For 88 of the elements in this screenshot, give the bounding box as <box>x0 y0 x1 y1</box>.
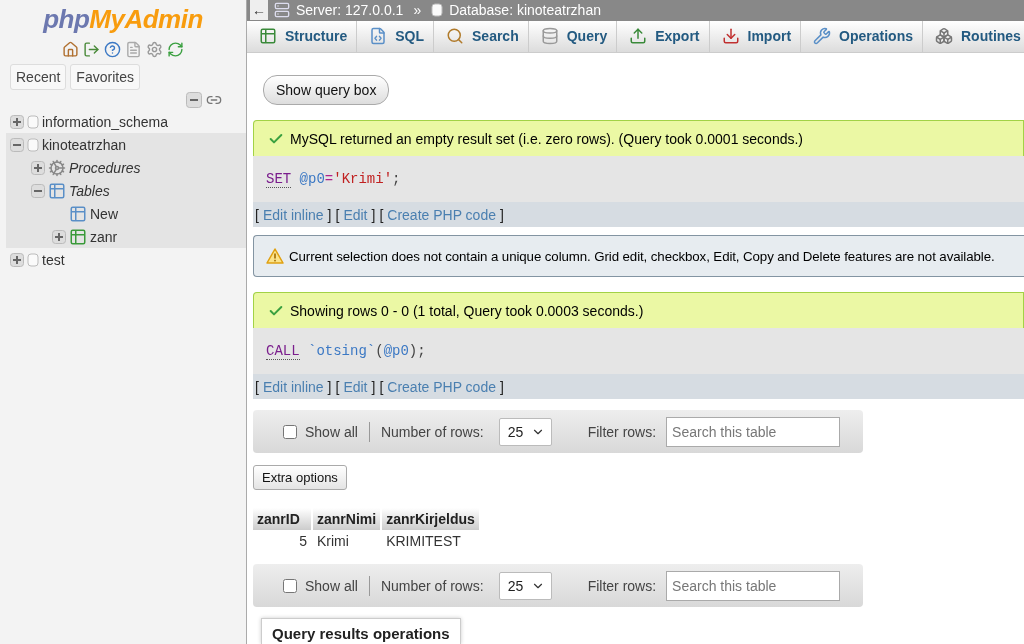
section-heading: Query results operations <box>261 618 461 644</box>
breadcrumb-link[interactable]: Database: kinoteatrzhan <box>449 2 601 19</box>
expand-icon[interactable] <box>31 160 45 175</box>
show-all-checkbox[interactable] <box>283 578 297 593</box>
filter-label: Filter rows: <box>587 423 657 440</box>
breadcrumb-separator: » <box>413 2 422 19</box>
filter-label: Filter rows: <box>587 577 657 594</box>
bracket-text: [ <box>379 378 384 395</box>
nav-tab[interactable]: SQL <box>357 20 434 52</box>
bracket-text: ] <box>500 378 504 395</box>
bracket-text: [ <box>335 206 340 223</box>
tree-item[interactable]: zanr <box>90 228 118 245</box>
tree-item[interactable]: information_schema <box>42 113 169 130</box>
nav-tab[interactable]: Routines <box>923 20 1024 52</box>
sidebar-tab[interactable]: Recent <box>10 64 67 90</box>
home-icon[interactable] <box>62 41 79 58</box>
bracket-text: ] <box>371 206 376 223</box>
export-icon <box>629 27 648 46</box>
document-icon <box>369 27 388 46</box>
nav-tab[interactable]: Query <box>528 20 618 52</box>
expand-icon[interactable] <box>10 114 24 129</box>
wrench-icon <box>813 27 832 46</box>
table-cell-text: 5 <box>298 532 308 551</box>
bracket-text: ] <box>327 378 332 395</box>
rows-select[interactable]: 25 <box>498 571 552 600</box>
bracket-text: ] <box>327 206 332 223</box>
tree-item[interactable]: test <box>42 251 65 268</box>
sql-query: CALL `otsing`(@p0); <box>253 328 1024 374</box>
filter-field[interactable]: Search this table <box>666 416 841 447</box>
rows-select[interactable]: 25 <box>498 417 552 446</box>
nav-tab[interactable]: Import <box>709 20 802 52</box>
nav-tab[interactable]: Export <box>617 20 710 52</box>
collapse-all-icon[interactable] <box>186 92 202 108</box>
show-all-checkbox[interactable] <box>283 424 297 439</box>
back-button[interactable]: ← <box>250 0 268 21</box>
tables-icon <box>48 181 66 200</box>
sidebar-tab[interactable]: Favorites <box>70 64 140 90</box>
reload-icon[interactable] <box>167 41 184 58</box>
import-icon <box>721 27 740 46</box>
message-text: MySQL returned an empty result set (i.e. zero rows). (Query took 0.0001 seconds.) <box>290 130 804 147</box>
tree-item[interactable]: Tables <box>69 182 110 199</box>
database-icon <box>431 3 444 18</box>
new-table-icon <box>69 204 87 223</box>
show-query-button[interactable]: Show query box <box>263 75 390 105</box>
database-icon <box>27 114 39 129</box>
database-icon <box>540 27 559 46</box>
rows-label: Number of rows: <box>380 577 484 594</box>
rows-label: Number of rows: <box>380 423 484 440</box>
bracket-text: ] <box>500 206 504 223</box>
structure-icon <box>259 27 277 46</box>
database-icon <box>27 137 39 152</box>
bracket-text: [ <box>255 378 259 395</box>
show-all-label: Show all <box>305 577 358 594</box>
bracket-text: ] <box>371 378 376 395</box>
table-cell-text: Krimi <box>316 532 350 551</box>
bracket-text: [ <box>379 206 384 223</box>
exit-icon[interactable] <box>83 41 100 58</box>
database-icon <box>27 252 39 267</box>
warning-icon <box>266 248 284 264</box>
column-header[interactable]: zanrNimi <box>313 508 381 530</box>
settings-icon[interactable] <box>146 41 163 58</box>
sql-query: SET @p0='Krimi'; <box>253 156 1024 202</box>
collapse-icon[interactable] <box>10 137 24 152</box>
extra-options-button[interactable]: Extra options <box>253 465 347 490</box>
expand-icon[interactable] <box>52 229 66 244</box>
bracket-text: [ <box>335 378 340 395</box>
server-icon <box>274 2 290 19</box>
nav-tab[interactable]: Structure <box>247 20 358 52</box>
message-text: Showing rows 0 - 0 (1 total, Query took 0.0003 seconds.) <box>290 302 644 319</box>
message-text: Current selection does not contain a unique column. Grid edit, checkbox, Edit, Copy and Delete features are not available. <box>289 248 995 264</box>
nav-tab[interactable]: Search <box>434 20 529 52</box>
search-icon <box>446 27 464 46</box>
collapse-icon[interactable] <box>31 183 45 198</box>
nav-tab[interactable]: Operations <box>801 20 923 52</box>
breadcrumb-link[interactable]: Server: 127.0.0.1 <box>296 2 404 19</box>
column-header[interactable]: zanrKirjeldus <box>382 508 479 530</box>
expand-icon[interactable] <box>10 252 24 267</box>
table-cell-text: KRIMITEST <box>385 532 462 551</box>
logo[interactable]: phpMyAdmin <box>43 4 203 35</box>
column-header[interactable]: zanrID <box>253 508 311 530</box>
bracket-text: [ <box>255 206 259 223</box>
show-all-label: Show all <box>305 423 358 440</box>
filter-field[interactable]: Search this table <box>666 570 841 601</box>
tree-item[interactable]: Procedures <box>69 159 141 176</box>
table-icon <box>69 227 87 246</box>
tree-item[interactable]: kinoteatrzhan <box>42 136 127 153</box>
tree-item[interactable]: New <box>90 205 118 222</box>
help-icon[interactable] <box>104 41 121 58</box>
